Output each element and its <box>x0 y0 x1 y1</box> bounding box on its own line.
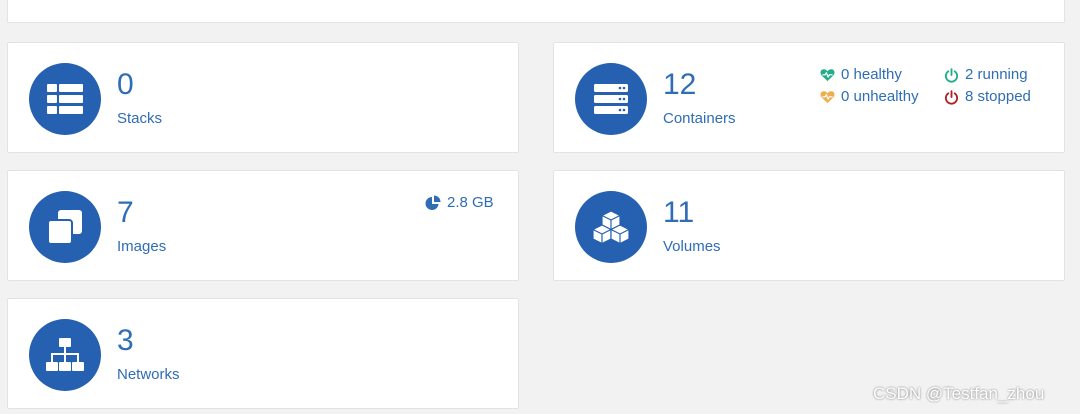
running-status: 2 running <box>944 65 1028 85</box>
healthy-count: 0 healthy <box>841 66 902 83</box>
cubes-icon <box>592 210 630 244</box>
unhealthy-status: 0 unhealthy <box>820 87 919 107</box>
clone-icon <box>47 210 82 245</box>
networks-label: Networks <box>117 366 180 383</box>
volumes-card[interactable]: 11 Volumes <box>553 170 1065 281</box>
images-size-value: 2.8 GB <box>447 194 494 211</box>
stacks-card[interactable]: 0 Stacks <box>7 42 519 153</box>
power-icon <box>944 89 959 104</box>
stacks-count: 0 <box>117 68 134 101</box>
server-icon <box>594 84 628 114</box>
unhealthy-count: 0 unhealthy <box>841 88 919 105</box>
volumes-label: Volumes <box>663 238 721 255</box>
sitemap-icon <box>46 338 84 371</box>
networks-card[interactable]: 3 Networks <box>7 298 519 409</box>
stacks-icon-circle <box>29 63 101 135</box>
stopped-status: 8 stopped <box>944 87 1031 107</box>
images-count: 7 <box>117 196 134 229</box>
networks-count: 3 <box>117 324 134 357</box>
containers-card[interactable]: 12 Containers 0 healthy 0 unhealthy 2 ru… <box>553 42 1065 153</box>
stacks-label: Stacks <box>117 110 163 127</box>
watermark: CSDN @Testfan_zhou <box>873 384 1045 403</box>
networks-icon-circle <box>29 319 101 391</box>
containers-label: Containers <box>663 110 736 127</box>
volumes-icon-circle <box>575 191 647 263</box>
pie-chart-icon <box>425 195 441 210</box>
running-count: 2 running <box>965 66 1028 83</box>
heartbeat-icon <box>820 69 835 82</box>
containers-icon-circle <box>575 63 647 135</box>
volumes-count: 11 <box>663 196 695 229</box>
images-icon-circle <box>29 191 101 263</box>
top-panel <box>7 0 1065 23</box>
containers-count: 12 <box>663 68 697 101</box>
heartbeat-icon <box>820 91 835 104</box>
power-icon <box>944 67 959 82</box>
images-label: Images <box>117 238 167 255</box>
images-card[interactable]: 7 Images 2.8 GB <box>7 170 519 281</box>
images-size: 2.8 GB <box>425 193 494 213</box>
th-list-icon <box>47 84 83 114</box>
healthy-status: 0 healthy <box>820 65 902 85</box>
stopped-count: 8 stopped <box>965 88 1031 105</box>
